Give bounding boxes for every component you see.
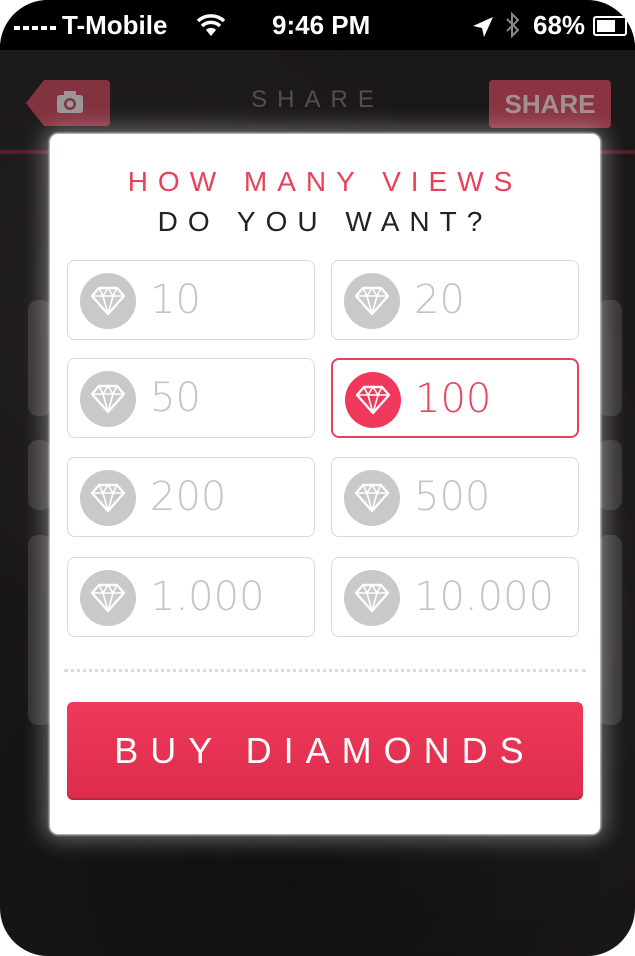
modal-title-line1: HOW MANY VIEWS bbox=[127, 166, 523, 197]
view-option-value: 500 bbox=[414, 474, 491, 520]
diamond-icon bbox=[345, 372, 401, 428]
carrier-label: T-Mobile bbox=[62, 10, 168, 40]
buy-diamonds-button[interactable]: BUY DIAMONDS bbox=[67, 702, 583, 800]
diamond-icon bbox=[80, 470, 136, 526]
diamond-icon bbox=[80, 570, 136, 626]
clock: 9:46 PM bbox=[272, 10, 371, 40]
camera-back-button[interactable] bbox=[26, 80, 110, 126]
battery-icon bbox=[593, 16, 627, 36]
view-option-8[interactable]: 10.000 bbox=[331, 557, 579, 637]
battery-percent: 68% bbox=[533, 10, 586, 40]
view-option-3[interactable]: 50 bbox=[67, 358, 315, 438]
view-option-7[interactable]: 1.000 bbox=[67, 557, 315, 637]
view-option-1[interactable]: 10 bbox=[67, 260, 315, 340]
background-card bbox=[28, 535, 52, 725]
nav-title: SHARE bbox=[251, 86, 384, 113]
location-icon bbox=[472, 14, 494, 37]
view-option-5[interactable]: 200 bbox=[67, 457, 315, 537]
view-option-value: 10.000 bbox=[414, 574, 554, 620]
background-card bbox=[598, 535, 622, 725]
view-option-value: 100 bbox=[415, 376, 492, 422]
view-option-value: 1.000 bbox=[150, 574, 265, 620]
phone-screen: T-Mobile 9:46 PM 68% SHARE SHARE HOW MAN… bbox=[0, 0, 635, 956]
background-card bbox=[598, 440, 622, 510]
background-card bbox=[28, 440, 52, 510]
dotted-divider bbox=[64, 669, 586, 672]
share-button[interactable]: SHARE bbox=[489, 80, 611, 128]
view-option-value: 50 bbox=[150, 375, 201, 421]
view-option-value: 10 bbox=[150, 277, 201, 323]
modal-title-line2: DO YOU WANT? bbox=[157, 206, 493, 237]
purchase-modal: HOW MANY VIEWS DO YOU WANT? 10 20 50 100 200… bbox=[50, 134, 600, 834]
view-option-6[interactable]: 500 bbox=[331, 457, 579, 537]
background-card bbox=[28, 300, 52, 416]
camera-icon bbox=[56, 90, 84, 119]
diamond-icon bbox=[80, 371, 136, 427]
view-option-2[interactable]: 20 bbox=[331, 260, 579, 340]
signal-icon bbox=[14, 22, 62, 30]
bluetooth-icon bbox=[505, 11, 521, 39]
status-bar: T-Mobile 9:46 PM 68% bbox=[0, 0, 635, 50]
wifi-icon bbox=[196, 12, 226, 38]
background-card bbox=[598, 300, 622, 416]
diamond-icon bbox=[80, 273, 136, 329]
diamond-icon bbox=[344, 470, 400, 526]
diamond-icon bbox=[344, 273, 400, 329]
diamond-icon bbox=[344, 570, 400, 626]
view-option-value: 20 bbox=[414, 277, 465, 323]
view-option-4[interactable]: 100 bbox=[331, 358, 579, 438]
view-option-value: 200 bbox=[150, 474, 227, 520]
